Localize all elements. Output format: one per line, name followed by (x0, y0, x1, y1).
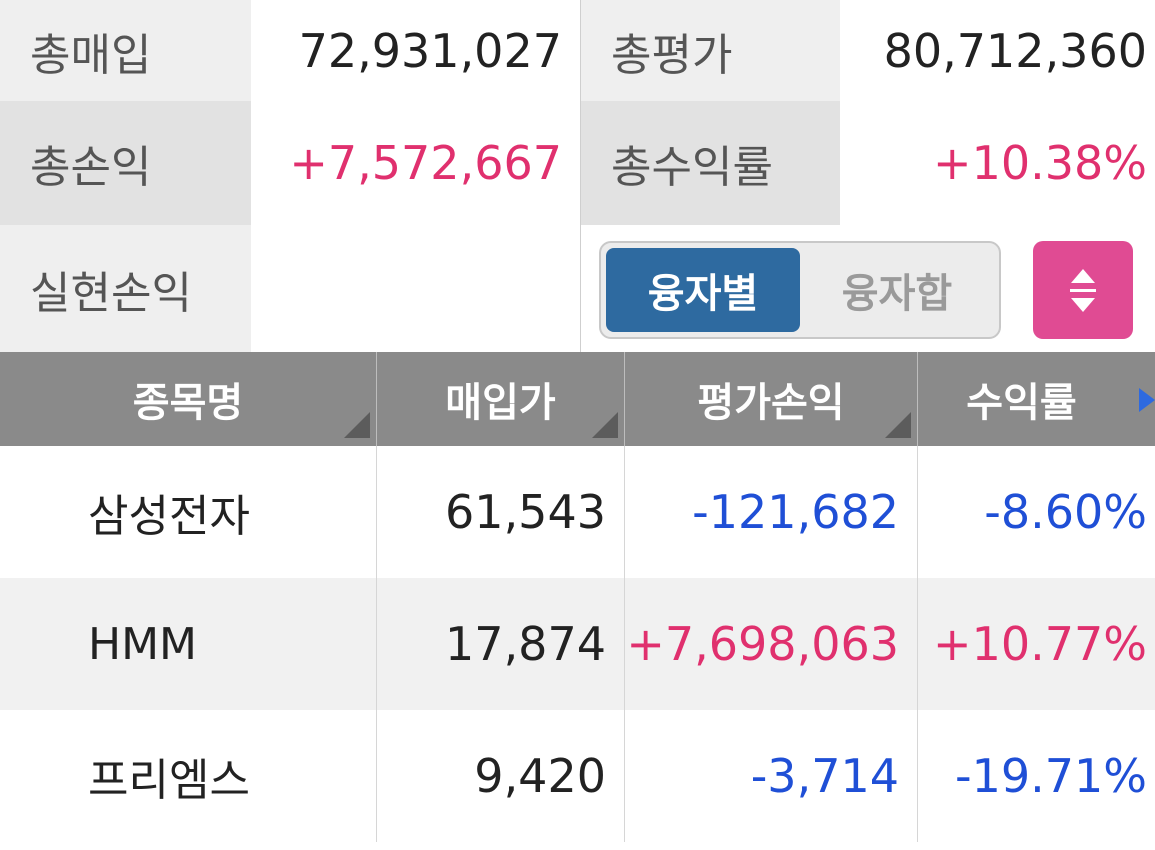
sort-up-icon (1071, 268, 1095, 283)
column-header-price[interactable]: 매입가 (377, 352, 625, 446)
purchase-price: 9,420 (377, 710, 625, 842)
summary-row-1: 총매입 72,931,027 총평가 80,712,360 (0, 0, 1155, 101)
holdings-table-header: 종목명 매입가 평가손익 수익률 (0, 352, 1155, 446)
table-row[interactable]: 프리엠스 9,420 -3,714 -19.71% (0, 710, 1155, 842)
total-return-value: +10.38% (840, 101, 1155, 225)
sort-corner-icon (592, 412, 618, 438)
purchase-price: 17,874 (377, 578, 625, 710)
total-eval-value: 80,712,360 (840, 0, 1155, 101)
stock-name: 삼성전자 (0, 446, 377, 578)
column-header-price-label: 매입가 (445, 380, 556, 426)
purchase-price: 61,543 (377, 446, 625, 578)
column-divider (580, 0, 581, 352)
total-pl-value: +7,572,667 (251, 101, 580, 225)
sort-button[interactable] (1033, 241, 1133, 339)
stock-name: 프리엠스 (0, 710, 377, 842)
column-header-pl-label: 평가손익 (697, 380, 845, 426)
eval-pl: -121,682 (625, 446, 918, 578)
realized-pl-value (251, 225, 580, 352)
column-header-rate-label: 수익률 (966, 380, 1077, 426)
total-return-label: 총수익률 (581, 101, 840, 225)
return-rate: -8.60% (984, 485, 1147, 539)
eval-pl: -3,714 (625, 710, 918, 842)
return-rate: +10.77% (933, 617, 1147, 671)
column-header-name[interactable]: 종목명 (0, 352, 377, 446)
account-summary: 총매입 72,931,027 총평가 80,712,360 총손익 +7,572… (0, 0, 1155, 352)
sort-down-icon (1071, 297, 1095, 312)
total-purchase-value: 72,931,027 (251, 0, 580, 101)
stock-name: HMM (0, 578, 377, 710)
total-pl-label: 총손익 (0, 101, 251, 225)
summary-row-2: 총손익 +7,572,667 총수익률 +10.38% (0, 101, 1155, 225)
loan-view-toggle[interactable]: 융자별 융자합 (599, 241, 1001, 339)
column-header-name-label: 종목명 (132, 380, 244, 426)
table-row[interactable]: HMM 17,874 +7,698,063 +10.77% (0, 578, 1155, 710)
eval-pl: +7,698,063 (625, 578, 918, 710)
total-purchase-label: 총매입 (0, 0, 251, 101)
realized-pl-label: 실현손익 (0, 225, 251, 352)
next-columns-arrow-icon[interactable] (1139, 388, 1155, 412)
holdings-table-body: 삼성전자 61,543 -121,682 -8.60% HMM 17,874 +… (0, 446, 1155, 850)
column-header-pl[interactable]: 평가손익 (625, 352, 918, 446)
sort-divider-icon (1070, 288, 1096, 292)
sort-corner-icon (344, 412, 370, 438)
total-eval-label: 총평가 (581, 0, 840, 101)
table-row[interactable]: 삼성전자 61,543 -121,682 -8.60% (0, 446, 1155, 578)
toggle-loan-sum[interactable]: 융자합 (800, 248, 994, 332)
toggle-by-loan[interactable]: 융자별 (606, 248, 800, 332)
sort-corner-icon (885, 412, 911, 438)
column-header-rate[interactable]: 수익률 (918, 352, 1155, 446)
return-rate: -19.71% (955, 749, 1147, 803)
